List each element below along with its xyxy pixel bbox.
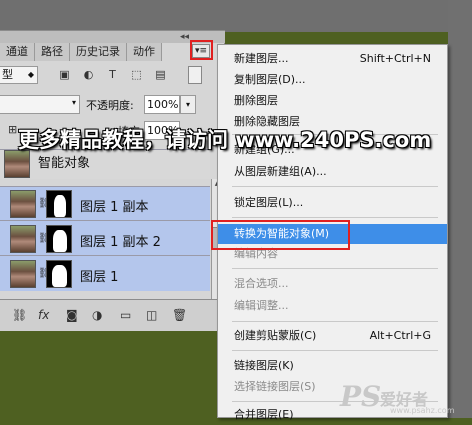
- menu-separator: [232, 217, 438, 218]
- smart-object-filter-icon[interactable]: ▤: [154, 69, 167, 81]
- layers-bottom-toolbar: ⛓ fx ◙ ◑ ▭ ◫ 🗑: [0, 299, 225, 331]
- tab-paths[interactable]: 路径: [35, 43, 70, 61]
- menu-item-blending-options[interactable]: 混合选项...: [218, 274, 447, 294]
- mask-shape: [54, 195, 66, 217]
- menu-button-annotation: [190, 40, 213, 60]
- kind-filter-value: 型: [2, 68, 13, 81]
- menu-separator: [232, 321, 438, 322]
- eye-icon[interactable]: [2, 197, 10, 209]
- menu-item-delete-layer[interactable]: 删除图层: [218, 91, 447, 111]
- layer-row-copy-2[interactable]: ⛓ 图层 1 副本 2: [0, 220, 210, 255]
- layer-row-layer-1[interactable]: ⛓ 图层 1: [0, 255, 210, 291]
- type-filter-icon[interactable]: T: [106, 69, 119, 81]
- panel-tabs: 通道 路径 历史记录 动作: [0, 43, 162, 61]
- opacity-dropdown-button[interactable]: ▾: [180, 95, 196, 114]
- menu-item-shortcut: Alt+Ctrl+G: [369, 329, 431, 342]
- tab-actions[interactable]: 动作: [127, 43, 162, 61]
- layer-name: 智能对象: [38, 156, 91, 171]
- kind-filter-select[interactable]: 型 ◆: [0, 66, 38, 84]
- add-mask-icon[interactable]: ◙: [66, 308, 78, 322]
- mask-shape: [52, 265, 67, 287]
- folder-icon[interactable]: ▭: [120, 308, 131, 322]
- chevron-down-icon: ▾: [71, 98, 76, 107]
- link-layers-icon[interactable]: ⛓: [12, 308, 27, 322]
- collapse-icon[interactable]: ◂◂: [180, 32, 189, 42]
- menu-item-annotation: [211, 220, 350, 250]
- eye-icon[interactable]: [2, 231, 10, 243]
- mask-shape: [53, 230, 67, 252]
- menu-item-new-layer[interactable]: 新建图层... Shift+Ctrl+N: [218, 49, 447, 69]
- menu-item-shortcut: Shift+Ctrl+N: [359, 52, 431, 65]
- layer-mask-thumbnail[interactable]: [46, 190, 72, 218]
- menu-item-duplicate-layer[interactable]: 复制图层(D)...: [218, 70, 447, 90]
- adjustment-filter-icon[interactable]: ◐: [82, 69, 95, 81]
- layer-thumbnail: [10, 260, 36, 288]
- menu-item-link-layers[interactable]: 链接图层(K): [218, 356, 447, 376]
- eye-icon[interactable]: [2, 266, 10, 278]
- fx-icon[interactable]: fx: [38, 308, 49, 322]
- filter-toggle[interactable]: [188, 66, 202, 84]
- layer-thumbnail: [4, 150, 30, 178]
- menu-item-label: 新建图层...: [234, 52, 289, 65]
- chevron-down-icon: ◆: [27, 70, 34, 79]
- menu-item-label: 创建剪贴蒙版(C): [234, 329, 317, 342]
- layer-thumbnail: [10, 225, 36, 253]
- canvas-top-gray: [0, 0, 472, 32]
- tab-channels[interactable]: 通道: [0, 43, 35, 61]
- site-watermark: PS 爱好者 www.psahz.com: [340, 378, 468, 418]
- layer-name: 图层 1: [80, 270, 119, 285]
- menu-item-new-group-from-layers[interactable]: 从图层新建组(A)...: [218, 162, 447, 182]
- menu-item-lock-layers[interactable]: 锁定图层(L)...: [218, 193, 447, 213]
- tab-history[interactable]: 历史记录: [70, 43, 127, 61]
- shape-filter-icon[interactable]: ⬚: [130, 69, 143, 81]
- menu-separator: [232, 268, 438, 269]
- layer-mask-thumbnail[interactable]: [46, 260, 72, 288]
- new-layer-icon[interactable]: ◫: [146, 308, 157, 322]
- menu-separator: [232, 350, 438, 351]
- blend-mode-select[interactable]: ▾: [0, 95, 80, 114]
- watermark-banner: 更多精品教程，请访问 www.240PS.com: [18, 128, 432, 152]
- watermark-logo: PS: [340, 380, 382, 413]
- watermark-url: www.psahz.com: [390, 406, 455, 415]
- opacity-input[interactable]: 100%: [144, 95, 180, 114]
- layer-mask-thumbnail[interactable]: [46, 225, 72, 253]
- layer-row-copy[interactable]: ⛓ 图层 1 副本: [0, 186, 210, 220]
- trash-icon[interactable]: 🗑: [172, 308, 187, 322]
- layer-name: 图层 1 副本 2: [80, 235, 161, 250]
- menu-item-create-clipping-mask[interactable]: 创建剪贴蒙版(C) Alt+Ctrl+G: [218, 326, 447, 346]
- layer-name: 图层 1 副本: [80, 200, 149, 215]
- adjustment-layer-icon[interactable]: ◑: [92, 308, 102, 322]
- menu-item-edit-adjustment[interactable]: 编辑调整...: [218, 296, 447, 316]
- menu-separator: [232, 186, 438, 187]
- image-filter-icon[interactable]: ▣: [58, 69, 71, 81]
- layer-thumbnail: [10, 190, 36, 218]
- opacity-label: 不透明度:: [86, 99, 134, 112]
- layers-panel: ◂◂ 通道 路径 历史记录 动作 ▾≡ 型 ◆ ▣ ◐ T ⬚ ▤ ▾ 不透明度…: [0, 30, 225, 331]
- canvas-right-gray: [448, 0, 472, 418]
